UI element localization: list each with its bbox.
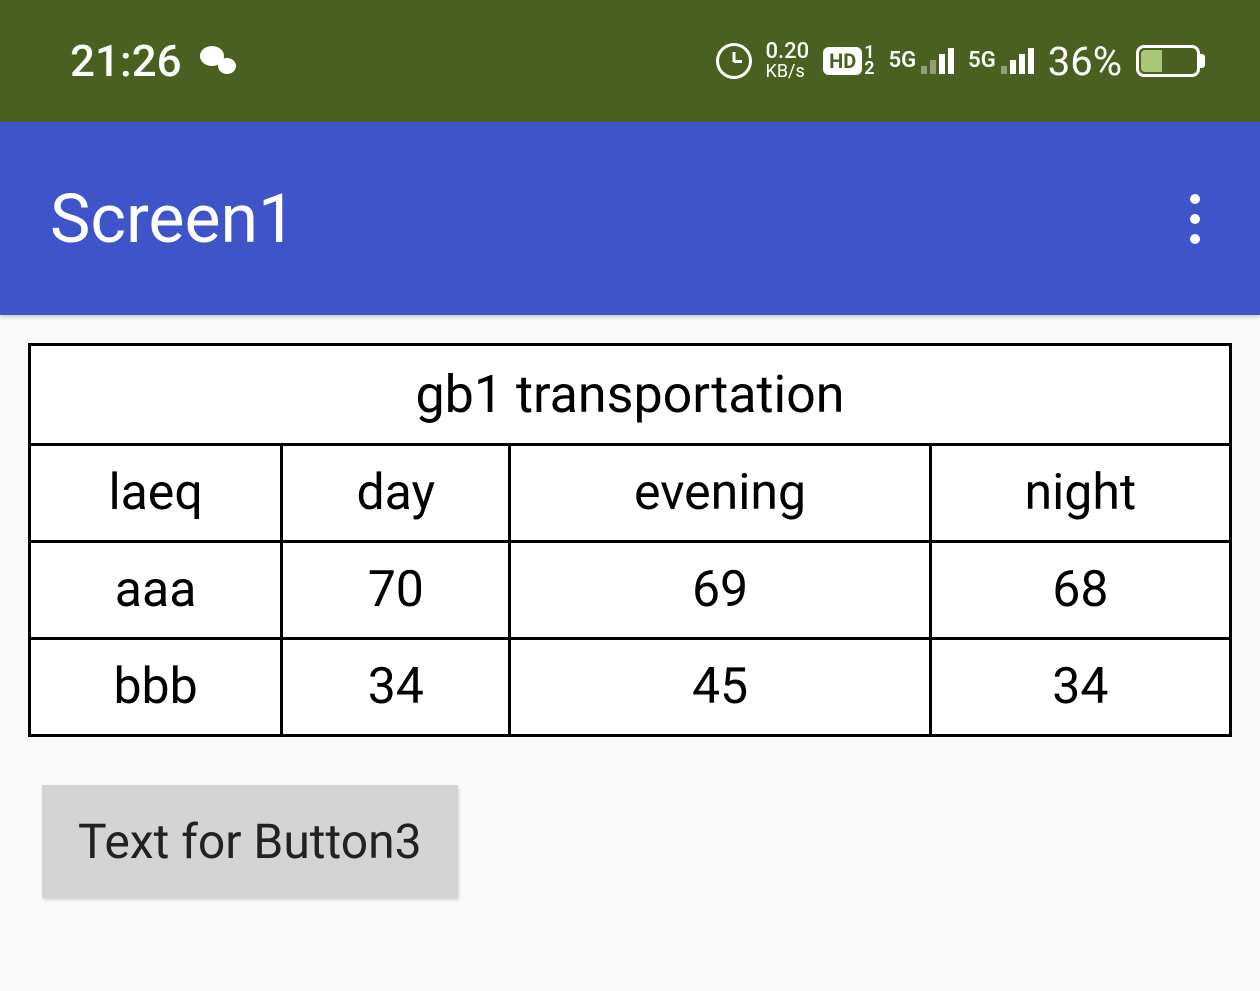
button-container: Text for Button3	[28, 737, 1232, 898]
battery-fill-level	[1141, 50, 1162, 72]
table-header-night: night	[930, 445, 1230, 542]
status-left-group: 21:26	[70, 35, 236, 87]
app-action-bar: Screen1	[0, 122, 1260, 315]
table-cell-label: aaa	[30, 542, 282, 639]
kebab-dot-icon	[1190, 214, 1200, 224]
network-speed-value: 0.20	[766, 41, 810, 63]
signal-bars-icon	[1001, 48, 1034, 74]
signal-sim-1: 5G	[889, 48, 955, 74]
android-status-bar: 21:26 0.20 KB/s HD 1 2 5G 5G	[0, 0, 1260, 122]
hd-sim-2: 2	[864, 61, 874, 77]
screen-content: gb1 transportation laeq day evening nigh…	[0, 315, 1260, 898]
table-cell-day: 70	[282, 542, 510, 639]
table-header-evening: evening	[510, 445, 930, 542]
kebab-dot-icon	[1190, 234, 1200, 244]
transportation-table: gb1 transportation laeq day evening nigh…	[28, 343, 1232, 737]
table-cell-night: 68	[930, 542, 1230, 639]
table-header-day: day	[282, 445, 510, 542]
wechat-icon	[200, 46, 236, 76]
table-title-row: gb1 transportation	[30, 345, 1231, 445]
table-cell-evening: 69	[510, 542, 930, 639]
hd-label: HD	[823, 47, 862, 75]
signal-bars-icon	[921, 48, 954, 74]
screen-title: Screen1	[50, 179, 296, 259]
table-header-laeq: laeq	[30, 445, 282, 542]
network-speed-indicator: 0.20 KB/s	[766, 41, 810, 81]
overflow-menu-button[interactable]	[1180, 184, 1210, 254]
signal-5g-label-2: 5G	[968, 48, 996, 73]
table-row: bbb 34 45 34	[30, 639, 1231, 736]
table-cell-night: 34	[930, 639, 1230, 736]
hd-sim-numbers: 1 2	[864, 45, 874, 77]
signal-sim-2: 5G	[968, 48, 1034, 74]
status-right-group: 0.20 KB/s HD 1 2 5G 5G	[716, 38, 1200, 85]
clock-time: 21:26	[70, 35, 182, 87]
kebab-dot-icon	[1190, 194, 1200, 204]
table-cell-label: bbb	[30, 639, 282, 736]
table-row: aaa 70 69 68	[30, 542, 1231, 639]
table-title: gb1 transportation	[30, 345, 1231, 445]
table-cell-evening: 45	[510, 639, 930, 736]
button-3[interactable]: Text for Button3	[42, 785, 458, 898]
signal-5g-label-1: 5G	[889, 48, 917, 73]
battery-percent: 36%	[1048, 38, 1122, 85]
alarm-icon	[716, 43, 752, 79]
hd-voice-badge: HD 1 2	[823, 45, 874, 77]
table-cell-day: 34	[282, 639, 510, 736]
table-header-row: laeq day evening night	[30, 445, 1231, 542]
network-speed-unit: KB/s	[766, 63, 810, 81]
battery-icon	[1136, 45, 1200, 77]
